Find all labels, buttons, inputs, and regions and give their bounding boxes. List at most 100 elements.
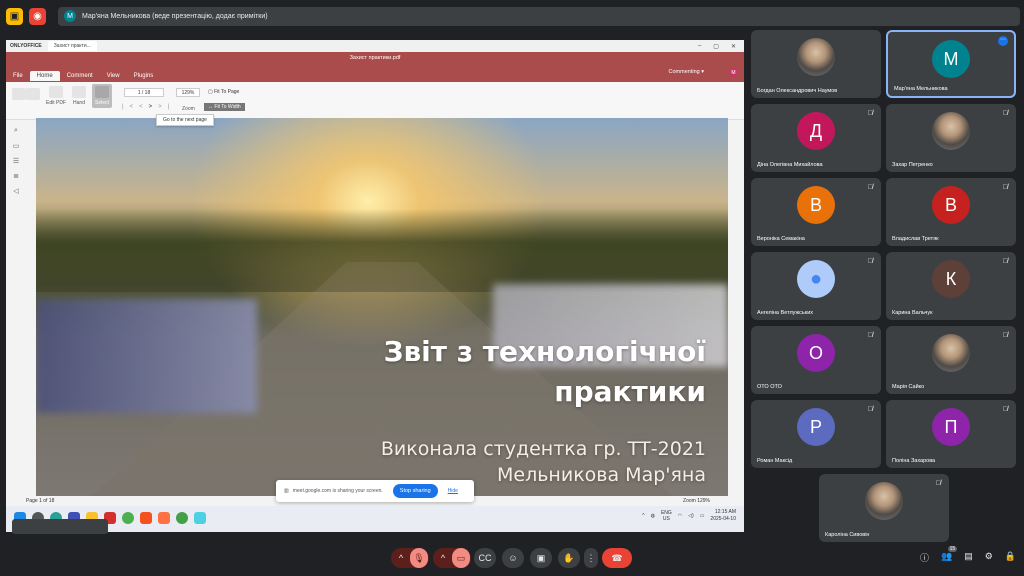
present-icon[interactable]: ▣ (6, 7, 23, 25)
mic-off-icon: 🎙̸ (1002, 406, 1008, 413)
participant-tile[interactable]: К 🎙̸ Карина Вальчук (886, 252, 1016, 320)
mic-off-icon: 🎙̸ (1002, 258, 1008, 265)
select-tool-button[interactable]: Select (92, 84, 112, 108)
prev-page-icon[interactable]: < (139, 104, 149, 110)
battery-icon[interactable]: ▭ (700, 513, 705, 519)
windows-taskbar: ^ ◍ ENG US ◠ ◁) ▭ 12:15 AM 2025-04-10 (6, 506, 744, 532)
activities-icon[interactable]: ⚙ (985, 551, 993, 564)
search-icon[interactable]: ⌕ (6, 127, 26, 135)
thumbnails-icon[interactable]: ☰ (6, 157, 26, 165)
chevron-up-icon[interactable]: ^ (434, 553, 452, 563)
stop-sharing-button[interactable]: Stop sharing (392, 484, 438, 498)
app-logo: ONLYOFFICE (10, 43, 42, 49)
info-icon[interactable]: ⓘ (920, 551, 929, 564)
home-toolbar: Edit PDF Hand Select 1 / 18 |<<>>| 129% … (6, 82, 744, 120)
participant-photo (932, 334, 970, 372)
more-options-button[interactable]: ⋮ (584, 548, 598, 568)
edit-pdf-button[interactable]: Edit PDF (46, 86, 66, 106)
leave-call-button[interactable]: ☎ (602, 548, 632, 568)
meet-topbar: ▣ ◉ M Мар'яна Мельникова (веде презентац… (6, 6, 1020, 26)
clock[interactable]: 12:15 AM 2025-04-10 (710, 509, 736, 523)
tray-app-icon[interactable]: ◍ (651, 513, 655, 519)
reactions-button[interactable]: ☺ (502, 548, 524, 568)
captions-icon: CC (478, 553, 492, 563)
mic-off-icon: 🎙̸ (1002, 332, 1008, 339)
tab-plugins[interactable]: Plugins (127, 71, 161, 81)
tab-comment[interactable]: Comment (60, 71, 100, 81)
brave-icon[interactable] (140, 512, 152, 524)
participant-tile[interactable]: Богдан Олександрович Наумов (751, 30, 881, 98)
chat-icon[interactable]: ▤ (964, 551, 973, 564)
participant-tile[interactable]: Д 🎙̸ Діна Олегівна Михайлова (751, 104, 881, 172)
participant-name: Владислав Третяк (892, 236, 939, 242)
fit-to-width-button[interactable]: ↔ Fit To Width (204, 103, 245, 111)
user-avatar[interactable]: M (729, 68, 738, 77)
chrome-profile-icon[interactable] (176, 512, 188, 524)
chevron-up-icon[interactable]: ^ (392, 553, 410, 563)
speaker-icon[interactable]: ◁ (6, 187, 26, 195)
mode-selector[interactable]: Commenting ▾ (669, 69, 704, 75)
next-page-icon[interactable]: > (149, 104, 159, 110)
onlyoffice-icon[interactable] (158, 512, 170, 524)
participant-avatar: М (932, 40, 970, 78)
zoom-input[interactable]: 129% (176, 88, 200, 97)
mic-control[interactable]: ^ 🎙 (391, 548, 429, 568)
raise-hand-button[interactable]: ✋ (558, 548, 580, 568)
maximize-icon[interactable]: ▢ (713, 43, 719, 50)
document-title: Захист практики.pdf (349, 55, 401, 61)
slide-title-line2: практики (554, 375, 706, 408)
document-tab[interactable]: Захист практи... (47, 41, 97, 51)
volume-icon[interactable]: ◁) (688, 513, 694, 519)
minimize-icon[interactable]: – (698, 43, 701, 50)
participant-name: Поліна Захарова (892, 458, 936, 464)
last-page-icon[interactable]: >| (158, 104, 175, 110)
page-number-input[interactable]: 1 / 18 (124, 88, 164, 97)
chrome-icon[interactable] (122, 512, 134, 524)
navigation-icon[interactable]: ≣ (6, 172, 26, 180)
hand-tool-button[interactable]: Hand (72, 86, 86, 106)
wifi-icon[interactable]: ◠ (678, 513, 682, 519)
cut-icon[interactable] (26, 88, 40, 102)
slide-canvas: Звіт з технологічної практики Виконала с… (36, 118, 728, 496)
host-controls-icon[interactable]: 🔒 (1005, 551, 1016, 564)
record-icon[interactable]: ◉ (29, 7, 46, 25)
participant-tile[interactable]: О 🎙̸ ОТО ОТО (751, 326, 881, 394)
people-button[interactable]: 👥 15 (941, 546, 958, 564)
chevron-up-icon[interactable]: ^ (642, 513, 644, 519)
tab-file[interactable]: File (6, 71, 30, 81)
close-icon[interactable]: ✕ (731, 43, 736, 50)
sharing-text: meet.google.com is sharing your screen. (292, 488, 383, 494)
participant-photo (865, 482, 903, 520)
participant-tile[interactable]: В 🎙̸ Вероніка Семакіна (751, 178, 881, 246)
participant-name: Захар Петренко (892, 162, 933, 168)
presentation-caption-bar (12, 519, 108, 534)
present-button[interactable]: ▣ (530, 548, 552, 568)
participant-tile[interactable]: 🎙̸ Кароліна Сивовін (819, 474, 949, 542)
camera-control[interactable]: ^ ▭ (433, 548, 471, 568)
participant-tile[interactable]: 🎙̸ Марія Сайко (886, 326, 1016, 394)
participant-tile[interactable]: В 🎙̸ Владислав Третяк (886, 178, 1016, 246)
fit-to-page-button[interactable]: ▢ Fit To Page (208, 89, 239, 95)
layers-icon[interactable] (194, 512, 206, 524)
first-page-icon[interactable]: |< (122, 104, 139, 110)
participant-avatar: Р (797, 408, 835, 446)
participant-tile[interactable]: ● 🎙̸ Ангеліна Ветлужських (751, 252, 881, 320)
more-options-icon[interactable]: ⋯ (998, 36, 1008, 46)
language-indicator[interactable]: ENG US (661, 510, 672, 522)
participant-avatar: П (932, 408, 970, 446)
participant-tile[interactable]: П 🎙̸ Поліна Захарова (886, 400, 1016, 468)
participant-avatar: Д (797, 112, 835, 150)
hide-link[interactable]: Hide (448, 488, 458, 494)
participant-tile[interactable]: М ⋯ Мар'яна Мельникова (886, 30, 1016, 98)
tab-home[interactable]: Home (29, 71, 60, 81)
camera-off-icon[interactable]: ▭ (452, 548, 470, 568)
captions-button[interactable]: CC (474, 548, 496, 568)
participant-tile[interactable]: Р 🎙̸ Роман Максід (751, 400, 881, 468)
copy-icon[interactable] (12, 88, 26, 102)
comments-icon[interactable]: ▭ (6, 142, 26, 150)
participant-avatar: ● (797, 260, 835, 298)
participant-tile[interactable]: 🎙̸ Захар Петренко (886, 104, 1016, 172)
tab-view[interactable]: View (100, 71, 127, 81)
participant-name: Карина Вальчук (892, 310, 933, 316)
mic-off-icon[interactable]: 🎙 (410, 548, 428, 568)
